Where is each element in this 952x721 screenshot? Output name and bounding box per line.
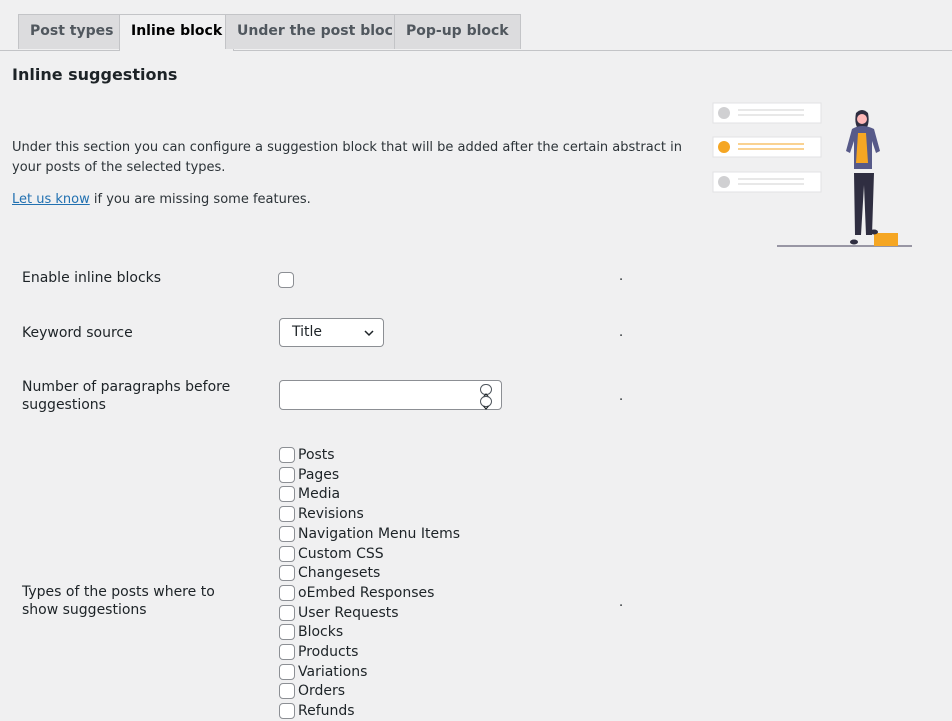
post-type-label: Orders [298, 683, 346, 700]
post-types-label: Types of the posts where to show suggest… [22, 584, 215, 618]
feedback-rest: if you are missing some features. [89, 192, 311, 207]
post-type-checkbox[interactable] [279, 506, 295, 523]
post-type-checkbox[interactable] [279, 683, 295, 700]
post-type-checkbox[interactable] [279, 584, 295, 601]
post-type-label: Changesets [298, 565, 381, 582]
feedback-text: Let us know if you are missing some feat… [12, 190, 311, 210]
post-type-checkbox[interactable] [279, 644, 295, 660]
post-type-label: Custom CSS [298, 545, 384, 562]
post-type-checkbox[interactable] [279, 545, 295, 562]
post-type-checkbox[interactable] [279, 624, 295, 641]
let-us-know-link[interactable]: Let us know [12, 192, 90, 207]
enable-inline-blocks-checkbox[interactable] [278, 272, 294, 288]
post-type-checkbox[interactable] [279, 466, 295, 483]
post-type-checkbox[interactable] [279, 525, 295, 542]
post-type-label: Variations [298, 663, 368, 680]
section-description: Under this section you can configure a s… [12, 140, 682, 175]
suggestions-illustration [712, 102, 912, 247]
keyword-source-select[interactable]: Title [279, 318, 384, 347]
tab-under-post-block[interactable]: Under the post block [225, 14, 415, 49]
section-title: Inline suggestions [12, 65, 178, 84]
stepper-up-icon[interactable] [480, 384, 492, 398]
paragraphs-label: Number of paragraphs before suggestions [22, 379, 231, 413]
post-type-checkbox[interactable] [279, 663, 295, 680]
post-type-label: Pages [298, 466, 340, 483]
post-type-checkbox[interactable] [279, 486, 295, 503]
tab-post-types[interactable]: Post types [18, 14, 126, 49]
post-type-label: Navigation Menu Items [298, 525, 461, 542]
post-type-label: Refunds [298, 703, 355, 720]
post-type-label: Products [298, 644, 359, 660]
post-type-label: Posts [298, 447, 335, 463]
post-types-suffix: . [619, 595, 624, 610]
tab-inline-block[interactable]: Inline block [119, 14, 235, 51]
chevron-down-icon [364, 330, 374, 337]
post-type-label: oEmbed Responses [298, 584, 435, 601]
enable-field-suffix: . [619, 269, 624, 284]
enable-inline-blocks-label: Enable inline blocks [22, 270, 162, 286]
post-type-label: Media [298, 486, 341, 503]
post-type-checkbox[interactable] [279, 703, 295, 720]
post-type-label: User Requests [298, 604, 399, 621]
keyword-source-suffix: . [619, 325, 624, 340]
post-type-checkbox[interactable] [279, 565, 295, 582]
keyword-source-label: Keyword source [22, 325, 133, 341]
post-type-checkbox[interactable] [279, 447, 295, 463]
woman-figure [846, 110, 880, 245]
post-type-checkbox[interactable] [279, 604, 295, 621]
tab-bar: Post types Inline block Under the post b… [0, 0, 952, 51]
paragraphs-number-input[interactable] [279, 380, 502, 410]
keyword-source-value: Title [292, 324, 323, 340]
post-type-label: Blocks [298, 624, 344, 641]
tab-popup-block[interactable]: Pop-up block [394, 14, 521, 49]
number-stepper[interactable] [480, 383, 493, 410]
paragraphs-suffix: . [619, 389, 624, 404]
stepper-down-icon[interactable] [480, 396, 492, 410]
post-type-label: Revisions [298, 506, 364, 523]
